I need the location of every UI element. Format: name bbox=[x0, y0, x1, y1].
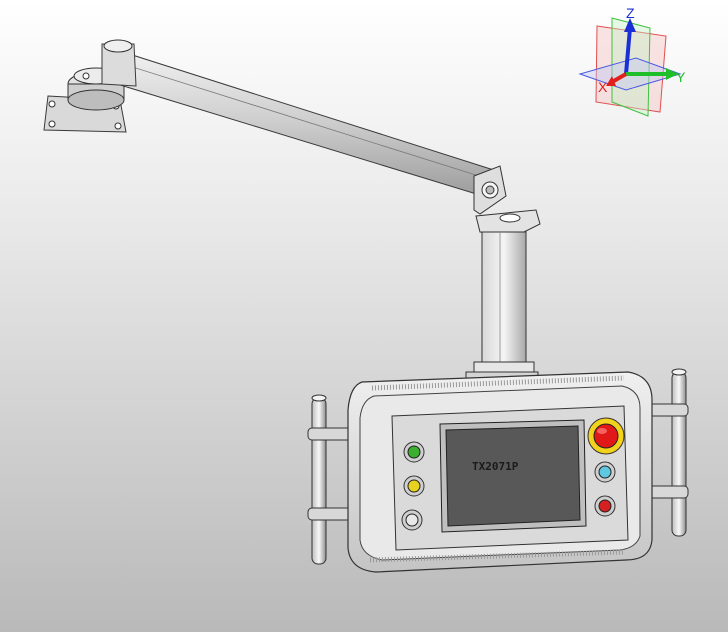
white-button[interactable] bbox=[401, 509, 423, 531]
red-button[interactable] bbox=[594, 495, 616, 517]
screen-label: TX2071P bbox=[472, 460, 519, 473]
vertical-post bbox=[465, 231, 539, 383]
elbow-joint bbox=[473, 165, 541, 235]
left-button-column bbox=[401, 441, 425, 531]
orientation-triad[interactable]: Z Y X bbox=[578, 5, 686, 117]
z-axis-label: Z bbox=[626, 5, 635, 21]
horizontal-arm bbox=[101, 39, 501, 201]
green-button[interactable] bbox=[403, 441, 425, 463]
emergency-stop-button[interactable] bbox=[587, 417, 625, 455]
cyan-button[interactable] bbox=[594, 461, 616, 483]
control-box: TX2071P bbox=[347, 371, 653, 573]
cad-viewport[interactable]: TX2071P Z Y X bbox=[0, 0, 728, 632]
yellow-button[interactable] bbox=[403, 475, 425, 497]
x-axis-label: X bbox=[598, 79, 608, 95]
cad-model-svg[interactable]: TX2071P Z Y X bbox=[0, 0, 728, 632]
y-axis-label: Y bbox=[676, 69, 686, 85]
touch-screen[interactable]: TX2071P bbox=[439, 419, 587, 533]
